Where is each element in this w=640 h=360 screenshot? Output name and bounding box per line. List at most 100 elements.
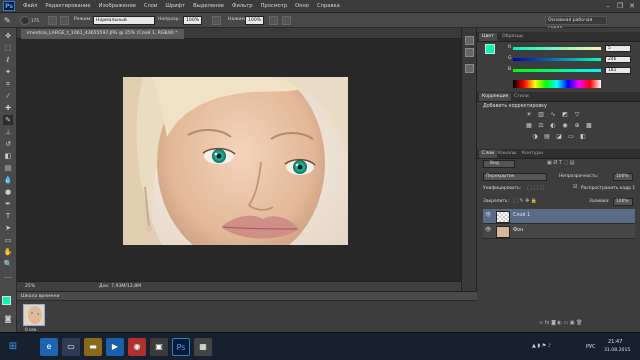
clock-time[interactable]: 21:47 <box>608 339 622 345</box>
layer-actions-icons[interactable]: ∞ fx ◙ ◐ ▭ ▣ 🗑 <box>539 320 582 326</box>
minimize-button[interactable]: – <box>604 2 612 10</box>
blue-slider[interactable] <box>513 69 601 72</box>
color-spectrum-bar[interactable] <box>513 80 601 88</box>
foreground-color-swatch[interactable] <box>2 296 11 305</box>
app3-taskbar-icon[interactable]: ▦ <box>194 338 212 356</box>
windows-start-icon[interactable]: ⊞ <box>4 338 22 356</box>
brightness-icon[interactable]: ☀ <box>525 111 533 118</box>
maximize-button[interactable]: ❐ <box>616 2 624 10</box>
clock-date[interactable]: 31.08.2015 <box>604 348 630 353</box>
eyedropper-tool-icon[interactable]: ⁄ <box>3 91 13 101</box>
workspace-select[interactable]: Основная рабочая среда <box>545 16 607 31</box>
app2-taskbar-icon[interactable]: ▣ <box>150 338 168 356</box>
menu-layers[interactable]: Слои <box>144 3 157 9</box>
layer-filter-icons[interactable]: ▣ Ø T ⬚ ▤ <box>547 160 575 166</box>
flow-input[interactable]: 100% <box>245 16 264 25</box>
visibility-eye-icon[interactable]: 👁 <box>485 213 491 218</box>
quick-mask-icon[interactable]: ◙ <box>3 314 13 324</box>
layer-row-background[interactable]: 👁 Фон <box>483 224 635 239</box>
lock-icons[interactable]: ⬚ ✎ ✥ 🔒 <box>513 198 537 204</box>
language-indicator[interactable]: РУС <box>586 344 596 350</box>
clone-source-icon[interactable] <box>60 16 69 25</box>
blend-mode-select[interactable]: Перекрытие <box>483 173 547 181</box>
menu-file[interactable]: Файл <box>23 3 37 9</box>
levels-icon[interactable]: ▥ <box>537 111 545 118</box>
color-balance-icon[interactable]: ⚖ <box>537 122 545 129</box>
tab-adjustments[interactable]: Коррекция <box>479 93 512 101</box>
menu-help[interactable]: Справка <box>317 3 340 9</box>
blue-value[interactable]: 181 <box>605 67 631 74</box>
crop-tool-icon[interactable]: ⌗ <box>3 79 13 89</box>
lasso-tool-icon[interactable]: ℓ <box>3 55 13 65</box>
layer-filter-select[interactable]: Вид <box>483 160 515 168</box>
history-panel-icon[interactable] <box>465 36 474 45</box>
menu-window[interactable]: Окно <box>295 3 309 9</box>
history-brush-tool-icon[interactable]: ↺ <box>3 139 13 149</box>
red-slider[interactable] <box>513 47 601 50</box>
tab-swatches[interactable]: Образцы <box>499 33 526 41</box>
airbrush-icon[interactable] <box>269 16 278 25</box>
menu-type[interactable]: Шрифт <box>165 3 185 9</box>
curves-icon[interactable]: ∿ <box>549 111 557 118</box>
clone-stamp-tool-icon[interactable]: ⊥ <box>3 127 13 137</box>
close-button[interactable]: ✕ <box>628 2 636 10</box>
posterize-icon[interactable]: ▤ <box>543 133 551 140</box>
mode-select[interactable]: Нормальный <box>93 16 155 25</box>
hue-saturation-icon[interactable]: ▦ <box>525 122 533 129</box>
unify-icons[interactable]: ⬚ ⬚ ⬚ <box>527 185 544 191</box>
pressure-opacity-icon[interactable] <box>212 16 221 25</box>
path-selection-tool-icon[interactable]: ➤ <box>3 223 13 233</box>
canvas-area[interactable] <box>17 39 461 281</box>
healing-brush-tool-icon[interactable]: ✚ <box>3 103 13 113</box>
exposure-icon[interactable]: ◩ <box>561 111 569 118</box>
fill-input[interactable]: 100% <box>613 198 633 206</box>
ie-taskbar-icon[interactable]: e <box>40 338 58 356</box>
hand-tool-icon[interactable]: ✋ <box>3 247 13 257</box>
brush-tool-icon[interactable]: ✎ <box>4 16 13 25</box>
photoshop-taskbar-icon[interactable]: Ps <box>172 338 190 356</box>
tab-paths[interactable]: Контуры <box>519 150 546 158</box>
layer-opacity-input[interactable]: 100% <box>613 173 633 181</box>
tab-color[interactable]: Цвет <box>479 33 497 41</box>
layer-name[interactable]: Фон <box>513 228 523 233</box>
green-slider[interactable] <box>513 58 601 61</box>
brush-preset-picker[interactable] <box>20 16 30 25</box>
layer-name[interactable]: Слой 1 <box>513 213 530 218</box>
vibrance-icon[interactable]: ▽ <box>573 111 581 118</box>
document-tab[interactable]: imentsia_LARGE_t_1061_43655597.JPG @ 25%… <box>21 29 184 39</box>
visibility-eye-icon[interactable]: 👁 <box>485 228 491 233</box>
timeline-title[interactable]: Шкала времени <box>21 294 59 299</box>
shape-tool-icon[interactable]: ▭ <box>3 235 13 245</box>
more-tools-icon[interactable]: … <box>3 271 13 281</box>
threshold-icon[interactable]: ◪ <box>555 133 563 140</box>
quick-select-tool-icon[interactable]: ✦ <box>3 67 13 77</box>
gradient-tool-icon[interactable]: ▤ <box>3 163 13 173</box>
document-size-info[interactable]: Док: 7,93M/12,8M <box>99 284 141 289</box>
invert-icon[interactable]: ◑ <box>531 133 539 140</box>
green-value[interactable]: 246 <box>605 56 631 63</box>
brush-tool-icon[interactable]: ✎ <box>3 115 13 125</box>
menu-view[interactable]: Просмотр <box>261 3 288 9</box>
tab-styles[interactable]: Стили <box>511 93 532 101</box>
tray-icons[interactable]: ▲ ▮ ⚑ ♪ <box>532 343 551 349</box>
menu-filter[interactable]: Фильтр <box>232 3 253 9</box>
folder-taskbar-icon[interactable]: ▬ <box>84 338 102 356</box>
app-taskbar-icon[interactable]: ◉ <box>128 338 146 356</box>
type-tool-icon[interactable]: T <box>3 211 13 221</box>
move-tool-icon[interactable]: ✥ <box>3 31 13 41</box>
color-lookup-icon[interactable]: ▩ <box>585 122 593 129</box>
properties-panel-icon[interactable] <box>465 48 474 57</box>
pen-tool-icon[interactable]: ✒ <box>3 199 13 209</box>
portrait-image[interactable] <box>123 77 348 245</box>
timeline-frame[interactable] <box>23 304 45 326</box>
explorer-taskbar-icon[interactable]: ▭ <box>62 338 80 356</box>
red-value[interactable]: 5 <box>605 45 631 52</box>
gradient-map-icon[interactable]: ▭ <box>567 133 575 140</box>
opacity-input[interactable]: 100% <box>183 16 202 25</box>
menu-select[interactable]: Выделение <box>193 3 224 9</box>
media-taskbar-icon[interactable]: ▶ <box>106 338 124 356</box>
pressure-size-icon[interactable] <box>282 16 291 25</box>
black-white-icon[interactable]: ◐ <box>549 122 557 129</box>
brush-panel-icon[interactable] <box>48 16 57 25</box>
tab-channels[interactable]: Каналы <box>495 150 519 158</box>
